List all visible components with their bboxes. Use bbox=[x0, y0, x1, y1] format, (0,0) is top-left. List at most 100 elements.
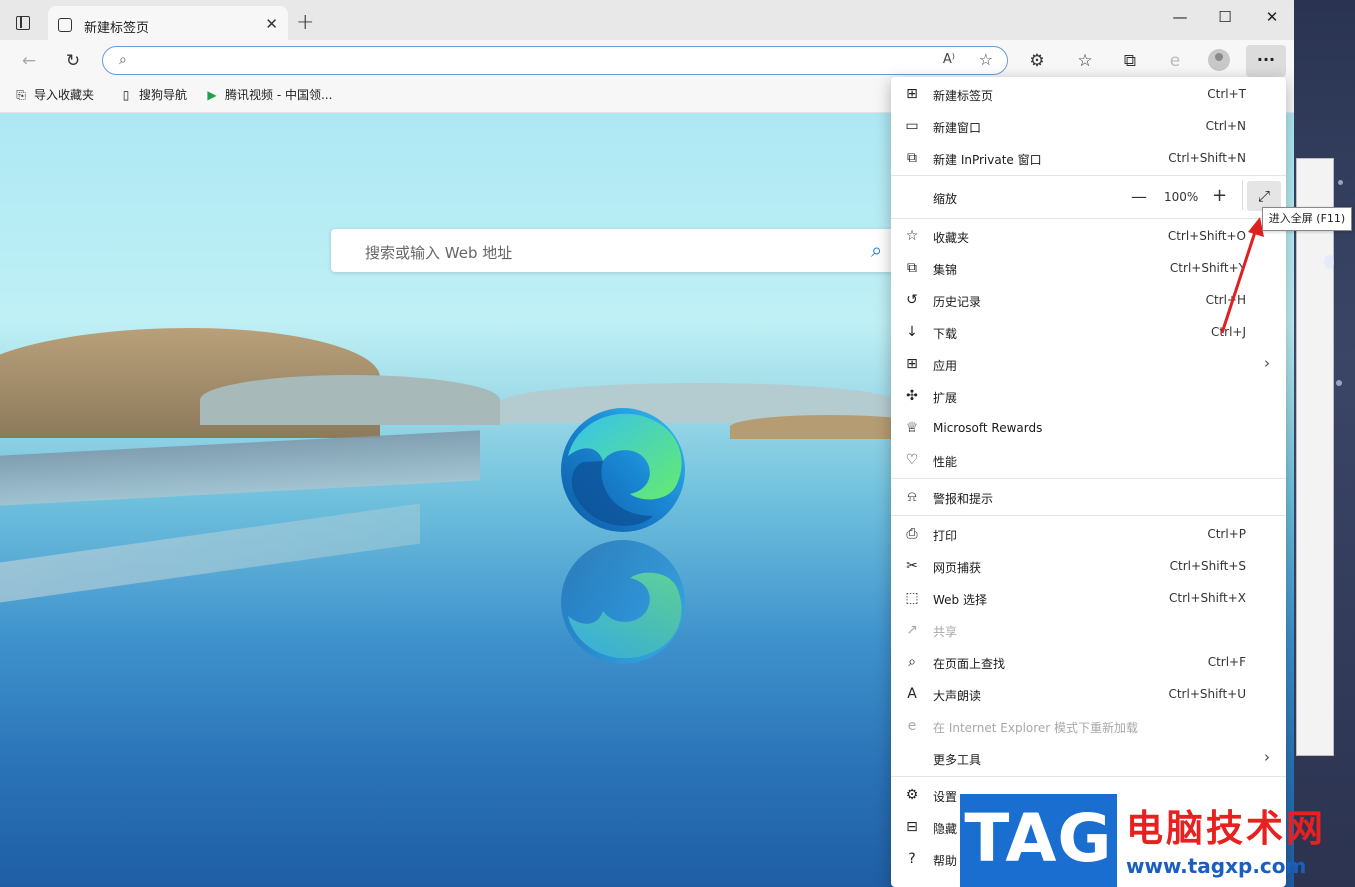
menu-item-find[interactable]: ⌕ 在页面上查找 Ctrl+F bbox=[891, 646, 1286, 678]
menu-item-label: 集锦 bbox=[933, 263, 958, 277]
apps-icon: ⊞ bbox=[906, 356, 918, 372]
menu-item-ie-mode: e 在 Internet Explorer 模式下重新加载 bbox=[891, 710, 1286, 742]
search-icon: ⌕ bbox=[119, 52, 127, 68]
hide-sidebar-icon: ⊟ bbox=[906, 819, 918, 835]
zoom-in-button[interactable]: + bbox=[1212, 185, 1227, 206]
watermark: TAG 电脑技术网 www.tagxp.com bbox=[960, 794, 1355, 887]
edge-logo-reflection bbox=[561, 540, 685, 664]
landscape-hill bbox=[200, 375, 500, 425]
menu-item-alerts[interactable]: ⍾ 警报和提示 bbox=[891, 481, 1286, 513]
history-icon: ↺ bbox=[906, 292, 918, 308]
bookmark-tencent-video[interactable]: ▶ 腾讯视频 - 中国领... bbox=[205, 86, 332, 103]
close-window-button[interactable]: ✕ bbox=[1257, 8, 1287, 26]
menu-divider bbox=[891, 515, 1286, 516]
menu-item-rewards[interactable]: ♕ Microsoft Rewards bbox=[891, 412, 1286, 444]
menu-item-shortcut: Ctrl+Shift+N bbox=[1168, 151, 1246, 165]
rewards-icon: ♕ bbox=[905, 420, 919, 436]
background-window bbox=[1296, 158, 1334, 756]
menu-item-extensions[interactable]: ✣ 扩展 bbox=[891, 380, 1286, 412]
zoom-divider bbox=[1242, 180, 1243, 210]
annotation-arrow bbox=[1220, 217, 1264, 334]
desktop-decoration bbox=[1336, 380, 1342, 386]
menu-item-shortcut: Ctrl+Shift+U bbox=[1168, 687, 1246, 701]
collections-icon[interactable]: ⧉ bbox=[1117, 48, 1143, 74]
import-favorites-icon: ⎘ bbox=[16, 88, 26, 102]
tab-close-button[interactable]: ✕ bbox=[265, 15, 278, 33]
new-tab-icon: ⊞ bbox=[906, 86, 918, 102]
sand-bar bbox=[0, 503, 420, 603]
ie-mode-icon: e bbox=[907, 718, 917, 734]
maximize-button[interactable]: ☐ bbox=[1210, 8, 1240, 26]
minimize-button[interactable]: — bbox=[1165, 8, 1195, 26]
new-tab-search-box[interactable]: 搜索或输入 Web 地址 ⌕ bbox=[331, 229, 906, 272]
back-button[interactable]: ← bbox=[16, 48, 42, 74]
tab-title: 新建标签页 bbox=[84, 21, 150, 36]
watermark-tag-logo: TAG bbox=[960, 794, 1117, 887]
menu-item-new-window[interactable]: ▭ 新建窗口 Ctrl+N bbox=[891, 110, 1286, 142]
print-icon: ⎙ bbox=[906, 526, 918, 542]
refresh-button[interactable]: ↻ bbox=[60, 48, 86, 74]
settings-and-more-button[interactable]: ··· bbox=[1246, 45, 1286, 77]
zoom-out-button[interactable]: — bbox=[1131, 187, 1147, 206]
menu-item-more-tools[interactable]: 更多工具 › bbox=[891, 742, 1286, 774]
menu-item-shortcut: Ctrl+Shift+S bbox=[1169, 559, 1246, 573]
favorites-icon[interactable]: ☆ bbox=[1072, 48, 1098, 74]
menu-item-label: 帮助 bbox=[933, 854, 958, 868]
menu-item-label: 新建窗口 bbox=[933, 121, 982, 135]
chevron-right-icon: › bbox=[1264, 354, 1270, 372]
bookmark-sogou[interactable]: ▯ 搜狗导航 bbox=[119, 86, 187, 103]
menu-item-share: ↗ 共享 bbox=[891, 614, 1286, 646]
menu-item-label: 隐藏 bbox=[933, 822, 958, 836]
fullscreen-tooltip: 进入全屏 (F11) bbox=[1262, 207, 1352, 231]
read-aloud-icon[interactable]: A⁾ bbox=[943, 52, 955, 67]
shore-reflection bbox=[0, 430, 480, 506]
menu-item-read-aloud[interactable]: A 大声朗读 Ctrl+Shift+U bbox=[891, 678, 1286, 710]
collections-icon: ⧉ bbox=[907, 260, 917, 276]
menu-item-label: 应用 bbox=[933, 359, 958, 373]
menu-item-label: Microsoft Rewards bbox=[933, 421, 1043, 435]
menu-item-new-tab[interactable]: ⊞ 新建标签页 Ctrl+T bbox=[891, 78, 1286, 110]
address-bar[interactable]: ⌕ A⁾ ☆ bbox=[102, 46, 1008, 75]
menu-item-shortcut: Ctrl+P bbox=[1207, 527, 1246, 541]
ie-mode-icon[interactable]: e bbox=[1162, 48, 1188, 74]
search-icon[interactable]: ⌕ bbox=[871, 238, 882, 262]
web-select-icon: ⬚ bbox=[905, 590, 919, 606]
menu-item-web-capture[interactable]: ✂ 网页捕获 Ctrl+Shift+S bbox=[891, 550, 1286, 582]
new-tab-button[interactable]: + bbox=[296, 10, 314, 35]
watermark-site-name: 电脑技术网 bbox=[1126, 807, 1326, 850]
menu-item-label: 历史记录 bbox=[933, 295, 982, 309]
bookmark-import-favorites[interactable]: ⎘ 导入收藏夹 bbox=[14, 86, 94, 103]
help-icon: ? bbox=[908, 851, 916, 867]
menu-item-label: 打印 bbox=[933, 529, 958, 543]
menu-item-label: 网页捕获 bbox=[933, 561, 982, 575]
page-icon: ▯ bbox=[122, 88, 130, 102]
menu-item-label: 更多工具 bbox=[933, 753, 982, 767]
desktop-decoration bbox=[1338, 180, 1343, 185]
zoom-label: 缩放 bbox=[933, 192, 958, 206]
menu-item-label: 扩展 bbox=[933, 391, 958, 405]
menu-item-shortcut: Ctrl+F bbox=[1207, 655, 1246, 669]
menu-item-print[interactable]: ⎙ 打印 Ctrl+P bbox=[891, 518, 1286, 550]
zoom-value: 100% bbox=[1164, 190, 1199, 204]
menu-item-new-inprivate[interactable]: ⧉ 新建 InPrivate 窗口 Ctrl+Shift+N bbox=[891, 142, 1286, 174]
menu-item-label: 性能 bbox=[933, 455, 958, 469]
menu-item-label: 警报和提示 bbox=[933, 492, 994, 506]
menu-item-label: Web 选择 bbox=[933, 593, 987, 607]
menu-item-performance[interactable]: ♡ 性能 bbox=[891, 444, 1286, 476]
web-capture-icon: ✂ bbox=[906, 558, 918, 574]
desktop-background bbox=[1294, 0, 1355, 887]
navigation-toolbar: ← ↻ ⌕ A⁾ ☆ ⚙ ☆ ⧉ e ··· bbox=[0, 40, 1294, 82]
tab-actions-icon[interactable] bbox=[16, 16, 30, 30]
add-favorite-icon[interactable]: ☆ bbox=[979, 50, 993, 69]
menu-item-apps[interactable]: ⊞ 应用 › bbox=[891, 348, 1286, 380]
menu-item-label: 在页面上查找 bbox=[933, 657, 1006, 671]
profile-avatar[interactable] bbox=[1208, 49, 1230, 71]
find-icon: ⌕ bbox=[908, 654, 916, 670]
menu-item-label: 新建标签页 bbox=[933, 89, 994, 103]
menu-item-web-select[interactable]: ⬚ Web 选择 Ctrl+Shift+X bbox=[891, 582, 1286, 614]
watermark-url: www.tagxp.com bbox=[1126, 854, 1307, 878]
menu-item-shortcut: Ctrl+Shift+X bbox=[1169, 591, 1246, 605]
chevron-right-icon: › bbox=[1264, 748, 1270, 766]
bell-icon: ⍾ bbox=[907, 489, 917, 505]
extensions-icon[interactable]: ⚙ bbox=[1024, 48, 1050, 74]
